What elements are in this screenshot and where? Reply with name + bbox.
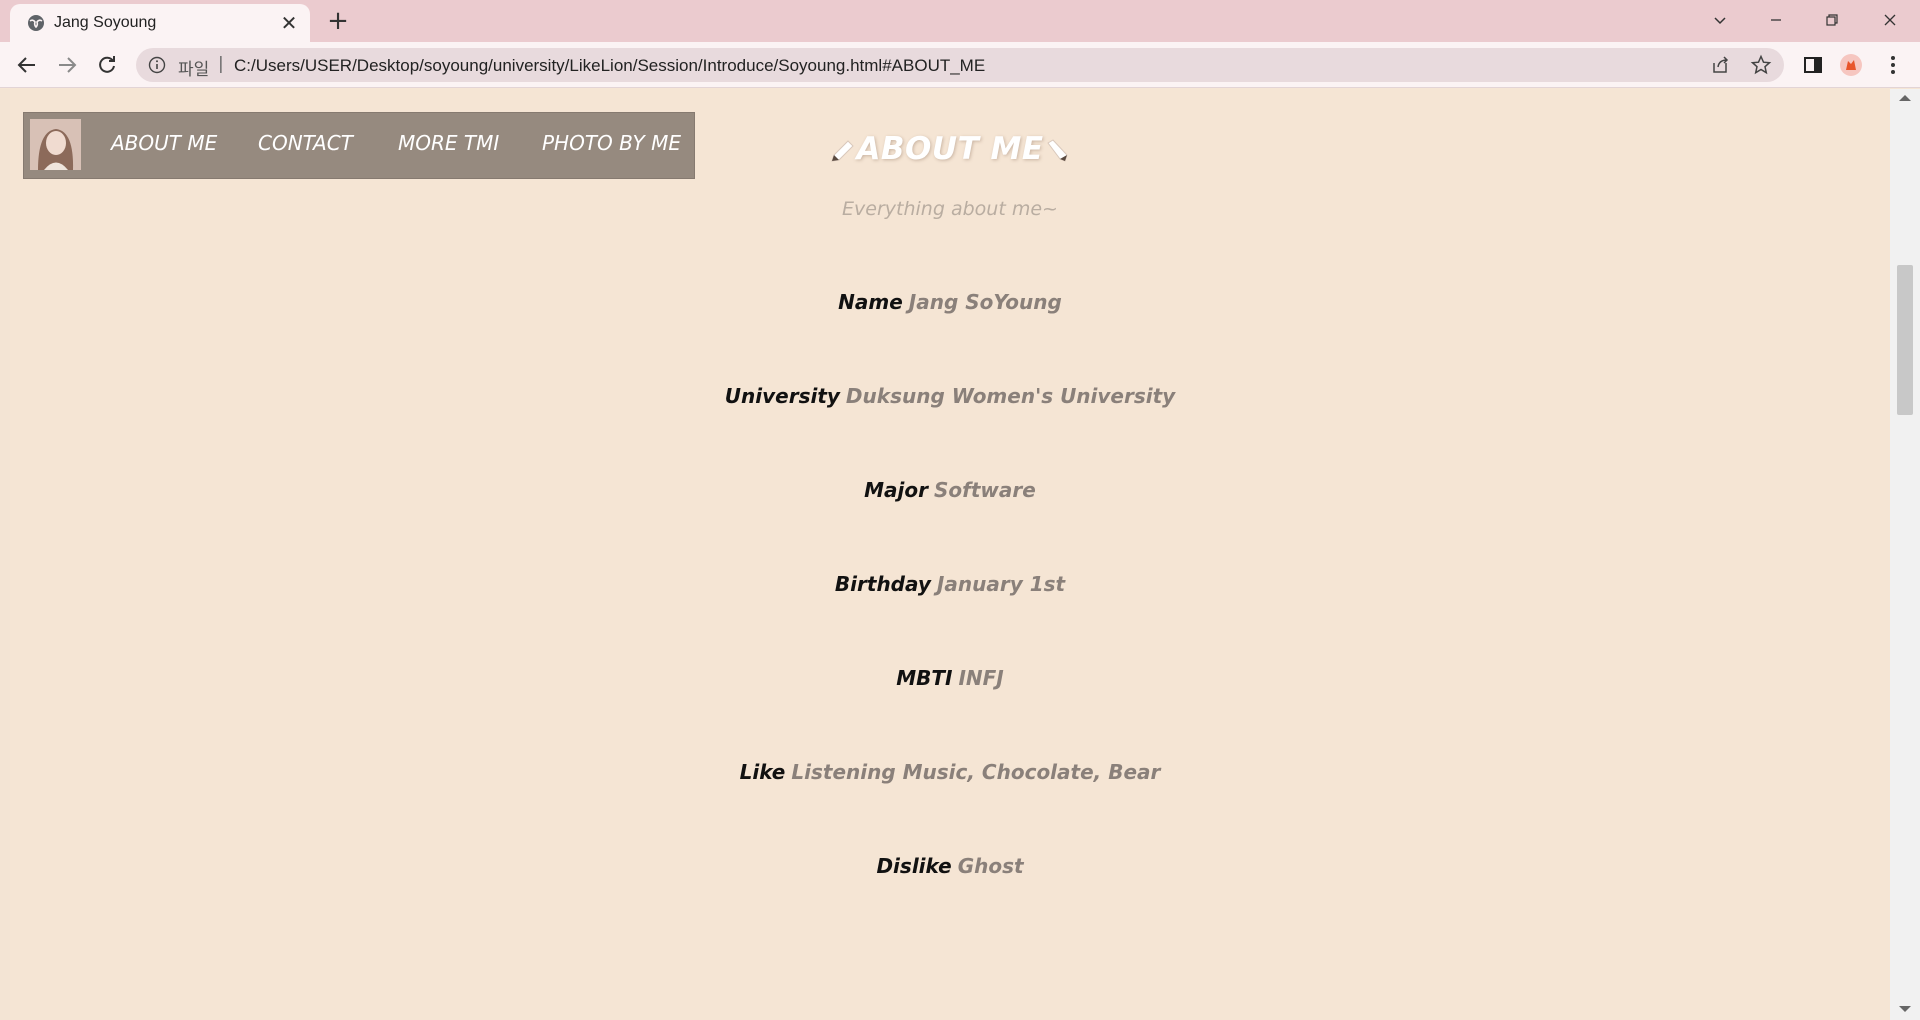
info-value: Duksung Women's University [845, 384, 1176, 408]
info-row-dislike: Dislike Ghost [0, 854, 1900, 878]
info-value: INFJ [958, 666, 1004, 690]
info-value: Ghost [957, 854, 1024, 878]
info-label: Birthday [834, 572, 931, 596]
separator: | [218, 54, 224, 74]
info-label: Name [838, 290, 903, 314]
page-edge [0, 89, 10, 1020]
info-row-birthday: Birthday January 1st [0, 572, 1900, 596]
info-label: Major [864, 478, 929, 502]
scroll-down-icon[interactable] [1899, 1006, 1911, 1012]
browser-toolbar: 파일 | C:/Users/USER/Desktop/soyoung/unive… [0, 42, 1920, 88]
scroll-up-icon[interactable] [1899, 95, 1911, 101]
info-value: Jang SoYoung [908, 290, 1062, 314]
chevron-down-icon[interactable] [1692, 0, 1748, 40]
info-row-mbti: MBTI INFJ [0, 666, 1900, 690]
info-value: Listening Music, Chocolate, Bear [791, 760, 1161, 784]
page-title: ABOUT ME [856, 131, 1044, 167]
about-heading-wrap: ABOUT ME [820, 131, 1080, 175]
menu-icon[interactable] [1880, 52, 1906, 78]
nav-about-me[interactable]: ABOUT ME [111, 131, 217, 155]
nav-contact[interactable]: CONTACT [258, 131, 353, 155]
page-viewport: ABOUT ME CONTACT MORE TMI PHOTO BY ME AB… [0, 89, 1920, 1020]
avatar[interactable] [30, 119, 81, 170]
info-value: Software [934, 478, 1036, 502]
back-icon[interactable] [11, 49, 43, 81]
info-value: January 1st [936, 572, 1066, 596]
tab-title: Jang Soyoung [54, 14, 157, 31]
star-icon[interactable] [1750, 54, 1772, 76]
address-bar[interactable]: 파일 | C:/Users/USER/Desktop/soyoung/unive… [136, 48, 1784, 82]
info-label: Like [739, 760, 786, 784]
reload-icon[interactable] [91, 49, 123, 81]
page-scrollbar[interactable] [1890, 89, 1920, 1020]
forward-icon[interactable] [51, 49, 83, 81]
info-label: University [724, 384, 840, 408]
pencil-icon [1047, 139, 1068, 162]
browser-tab[interactable]: Jang Soyoung ✕ [10, 4, 310, 42]
scheme-label: 파일 [178, 60, 210, 80]
info-icon[interactable] [148, 56, 166, 74]
plus-icon[interactable]: + [323, 6, 353, 36]
extension-icon[interactable] [1838, 52, 1864, 78]
info-row-like: Like Listening Music, Chocolate, Bear [0, 760, 1900, 784]
info-row-major: Major Software [0, 478, 1900, 502]
url-text[interactable]: C:/Users/USER/Desktop/soyoung/university… [234, 56, 985, 76]
scroll-thumb[interactable] [1897, 265, 1913, 415]
info-row-name: Name Jang SoYoung [0, 290, 1900, 314]
share-icon[interactable] [1710, 54, 1732, 76]
close-icon[interactable]: ✕ [278, 12, 300, 34]
globe-icon [28, 15, 44, 31]
info-row-university: University Duksung Women's University [0, 384, 1900, 408]
browser-titlebar: Jang Soyoung ✕ + [0, 0, 1920, 42]
nav-more-tmi[interactable]: MORE TMI [398, 131, 499, 155]
nav-photo-by-me[interactable]: PHOTO BY ME [542, 131, 681, 155]
about-subtitle: Everything about me~ [842, 198, 1058, 220]
sidepanel-icon[interactable] [1800, 52, 1826, 78]
restore-icon[interactable] [1804, 0, 1860, 40]
minimize-icon[interactable] [1748, 0, 1804, 40]
info-label: Dislike [876, 854, 952, 878]
site-nav: ABOUT ME CONTACT MORE TMI PHOTO BY ME [23, 112, 695, 179]
close-icon[interactable] [1862, 0, 1918, 40]
info-label: MBTI [896, 666, 953, 690]
